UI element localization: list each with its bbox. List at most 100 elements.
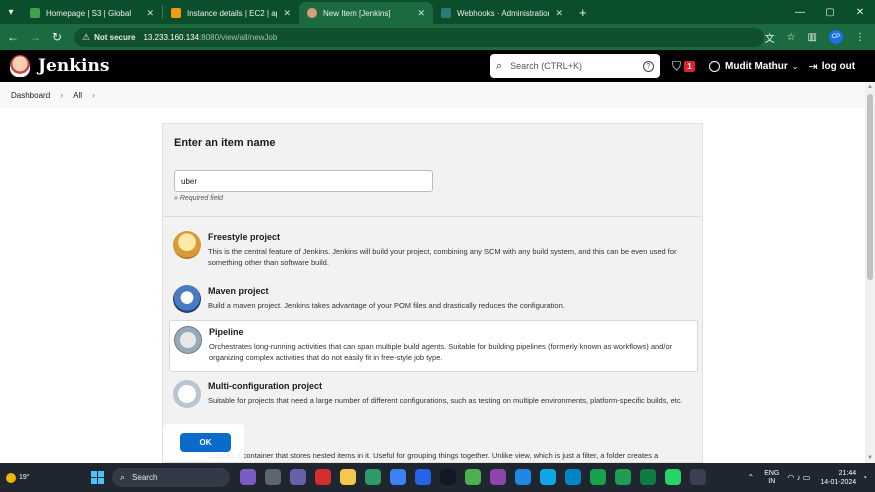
close-tab-icon[interactable]: ✕ <box>283 8 291 19</box>
logout-link[interactable]: log out <box>822 61 855 72</box>
store-icon[interactable] <box>540 469 556 485</box>
system-tray: ⌃ ENG IN ◠ ♪ ▭ 21:44 14-01-2024 ◔ <box>747 463 867 492</box>
sidebar-icon[interactable]: ▥ <box>808 32 817 43</box>
item-type-freestyle[interactable]: Freestyle project This is the central fe… <box>169 226 698 276</box>
page-title: Enter an item name <box>174 137 276 149</box>
alert-badge[interactable]: 1 <box>684 60 696 72</box>
jenkins-brand[interactable]: Jenkins <box>38 56 109 76</box>
edge-icon[interactable] <box>365 469 381 485</box>
windows-start-icon[interactable] <box>91 471 104 484</box>
search-placeholder: Search (CTRL+K) <box>510 61 582 71</box>
taskbar-app-icon[interactable] <box>265 469 281 485</box>
maximize-icon[interactable]: ▢ <box>815 0 845 24</box>
item-type-multi-configuration[interactable]: Multi-configuration project Suitable for… <box>169 375 698 425</box>
divider <box>163 216 702 217</box>
taskbar-app-icon[interactable] <box>565 469 581 485</box>
page-scrollbar[interactable]: ▲ ▼ <box>865 82 875 463</box>
breadcrumb-all[interactable]: All <box>73 91 82 100</box>
scroll-up-icon[interactable]: ▲ <box>867 84 873 90</box>
back-icon[interactable]: ← <box>2 30 24 44</box>
breadcrumb-dashboard[interactable]: Dashboard <box>11 91 50 100</box>
teams-icon[interactable] <box>290 469 306 485</box>
item-type-description: Build a maven project. Jenkins takes adv… <box>208 301 565 310</box>
profile-avatar[interactable]: CP <box>829 30 843 44</box>
multi-configuration-icon <box>173 380 201 408</box>
maven-icon <box>173 285 201 313</box>
logout-icon: ⇥ <box>808 60 818 73</box>
scrollbar-thumb[interactable] <box>867 94 873 280</box>
opera-icon[interactable] <box>315 469 331 485</box>
whatsapp-icon[interactable] <box>665 469 681 485</box>
language-indicator[interactable]: ENG IN <box>764 470 779 486</box>
taskbar-app-icon[interactable] <box>490 469 506 485</box>
new-tab-button[interactable]: + <box>571 5 595 20</box>
wifi-volume-battery-icon[interactable]: ◠ ♪ ▭ <box>787 473 810 482</box>
taskbar-app-icon[interactable] <box>440 469 456 485</box>
browser-actions: 文 ☆ ▥ CP ⋮ <box>765 30 875 45</box>
help-icon[interactable]: ? <box>643 60 654 72</box>
chrome-active-icon[interactable] <box>615 469 631 485</box>
mail-icon[interactable] <box>515 469 531 485</box>
scroll-down-icon[interactable]: ▼ <box>867 455 873 461</box>
chrome-profile-icon[interactable] <box>590 469 606 485</box>
item-type-name: Multi-configuration project <box>208 381 322 391</box>
taskbar-app-icon[interactable] <box>390 469 406 485</box>
chevron-right-icon[interactable]: › <box>92 90 95 100</box>
taskbar-apps <box>240 469 706 485</box>
item-type-maven[interactable]: Maven project Build a maven project. Jen… <box>169 280 698 318</box>
clock[interactable]: 21:44 14-01-2024 <box>820 469 856 487</box>
terminal-icon[interactable] <box>690 469 706 485</box>
excel-icon[interactable] <box>640 469 656 485</box>
item-type-folder[interactable]: Creates a container that stores nested i… <box>169 444 698 464</box>
browser-tab-strip: ▾ Homepage | S3 | Global ✕ Instance deta… <box>0 0 875 24</box>
tab-search-icon[interactable]: ▾ <box>0 0 22 24</box>
bookmark-star-icon[interactable]: ☆ <box>787 32 796 43</box>
jenkins-logo-icon[interactable] <box>10 55 30 77</box>
search-box[interactable]: ⌕ Search (CTRL+K) ? <box>490 54 660 78</box>
address-bar[interactable]: ⚠ Not secure 13.233.160.134 :8080/view/a… <box>74 27 764 47</box>
github-favicon-icon <box>441 8 451 18</box>
translate-icon[interactable]: 文 <box>765 30 775 45</box>
ec2-favicon-icon <box>171 8 181 18</box>
item-name-input[interactable] <box>174 170 433 192</box>
close-tab-icon[interactable]: ✕ <box>417 8 425 19</box>
user-name-link[interactable]: Mudit Mathur <box>725 61 788 72</box>
user-icon <box>709 60 721 72</box>
weather-widget[interactable]: 19° <box>6 472 30 483</box>
browser-tab-webhooks[interactable]: Webhooks · Administration ✕ <box>433 2 571 24</box>
window-controls: — ▢ ✕ <box>785 0 875 24</box>
reload-icon[interactable]: ↻ <box>46 30 68 44</box>
chrome-icon[interactable] <box>465 469 481 485</box>
zoom-icon[interactable] <box>415 469 431 485</box>
item-type-name: Pipeline <box>209 327 244 337</box>
taskbar-search[interactable]: ⌕ Search <box>112 468 230 487</box>
notification-bell-icon[interactable]: ◔ <box>862 473 867 482</box>
security-shield-icon[interactable]: ⛉ <box>672 59 681 74</box>
browser-tab-jenkins[interactable]: New Item [Jenkins] ✕ <box>299 2 433 24</box>
item-type-description: Creates a container that stores nested i… <box>208 451 659 460</box>
ok-button[interactable]: OK <box>180 433 231 452</box>
browser-tab-s3[interactable]: Homepage | S3 | Global ✕ <box>22 2 162 24</box>
close-tab-icon[interactable]: ✕ <box>146 8 154 19</box>
chevron-right-icon: › <box>60 90 64 100</box>
required-field-hint: » Required field <box>174 195 224 202</box>
clock-time: 21:44 <box>838 469 857 477</box>
close-window-icon[interactable]: ✕ <box>845 0 875 24</box>
search-icon: ⌕ <box>496 59 503 72</box>
header-actions: ⛉ 1 Mudit Mathur ⌄ ⇥ log out <box>672 50 855 82</box>
chevron-down-icon[interactable]: ⌄ <box>792 62 799 71</box>
taskbar-app-icon[interactable] <box>240 469 256 485</box>
forward-icon[interactable]: → <box>24 30 46 44</box>
security-label: Not secure <box>94 32 136 42</box>
close-tab-icon[interactable]: ✕ <box>555 8 563 19</box>
minimize-icon[interactable]: — <box>785 0 815 24</box>
file-explorer-icon[interactable] <box>340 469 356 485</box>
browser-menu-icon[interactable]: ⋮ <box>855 32 865 43</box>
clock-date: 14-01-2024 <box>820 478 857 486</box>
taskbar-search-label: Search <box>132 473 158 482</box>
item-type-description: Suitable for projects that need a large … <box>208 396 683 405</box>
browser-tab-ec2[interactable]: Instance details | EC2 | ap-south ✕ <box>163 2 299 24</box>
chevron-up-icon[interactable]: ⌃ <box>747 473 754 482</box>
breadcrumb: Dashboard › All › <box>0 82 865 108</box>
item-type-pipeline[interactable]: Pipeline Orchestrates long-running activ… <box>169 320 698 372</box>
